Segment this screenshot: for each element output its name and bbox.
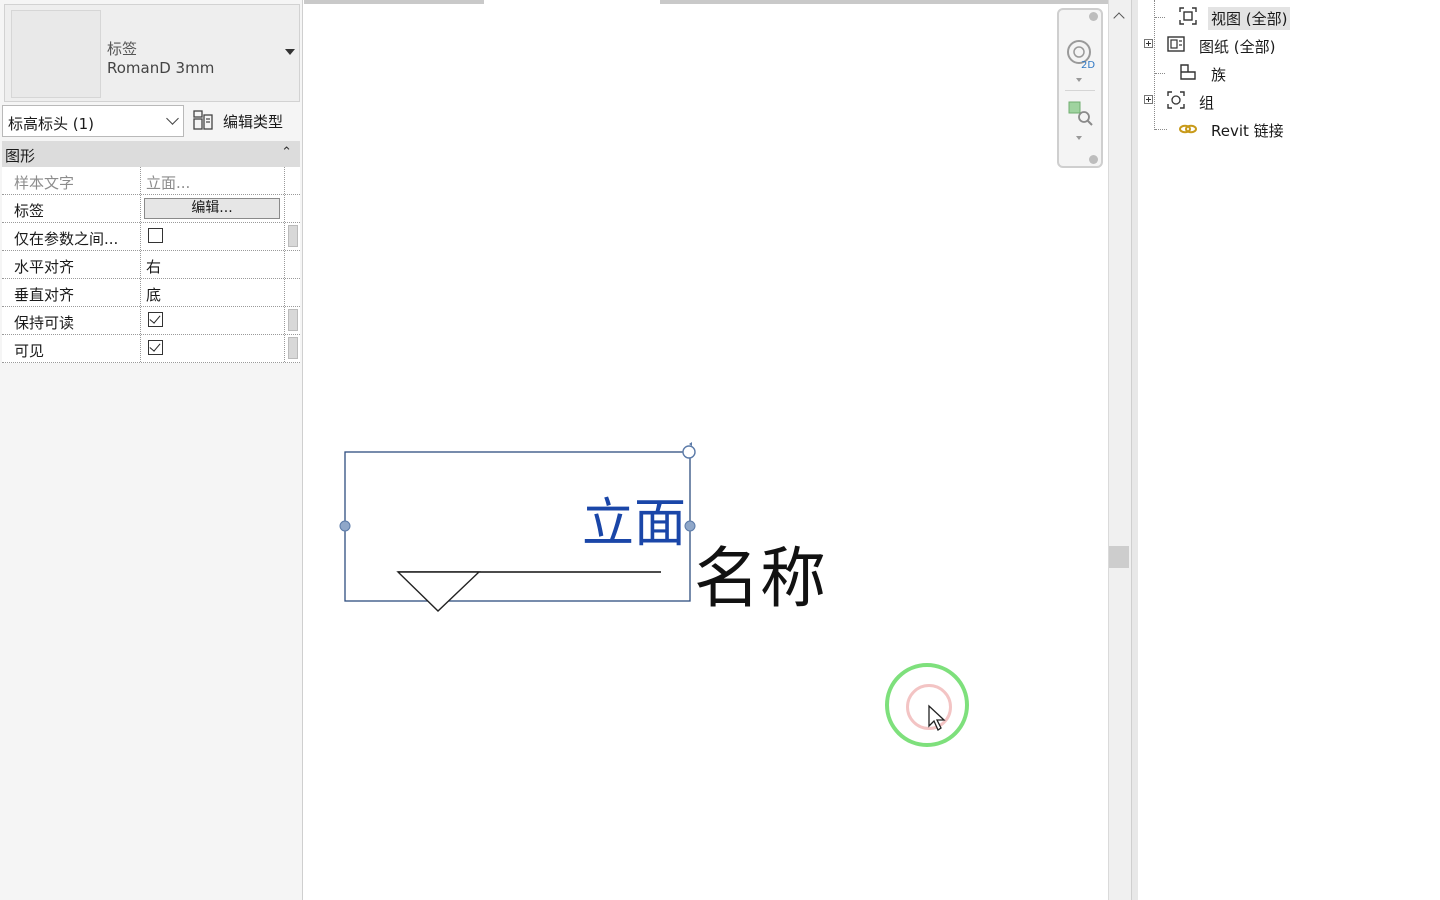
property-row-keep-readable: 保持可读: [2, 307, 300, 335]
property-grid: 样本文字 立面... 标签 编辑... 仅在参数之间... 水平对齐 右 垂直对…: [2, 167, 300, 363]
property-value: 立面...: [146, 174, 191, 192]
sample-label-text[interactable]: 立面: [582, 494, 686, 554]
type-preview-image: [11, 10, 101, 98]
tree-item-label: 组: [1199, 94, 1215, 112]
expand-icon[interactable]: [1144, 95, 1153, 104]
tree-item-families[interactable]: 族: [1150, 61, 1430, 85]
visible-checkbox[interactable]: [148, 340, 163, 355]
rotate-handle-icon[interactable]: [682, 442, 696, 459]
property-name: 样本文字: [2, 167, 141, 194]
category-title: 图形: [5, 147, 36, 165]
category-header-graphics[interactable]: 图形 ⌃: [2, 141, 300, 168]
collapse-icon[interactable]: ⌃: [281, 145, 292, 160]
property-row-visible: 可见: [2, 335, 300, 363]
family-icon: [1180, 64, 1196, 80]
property-row-horizontal-align: 水平对齐 右: [2, 251, 300, 279]
between-params-checkbox[interactable]: [148, 228, 163, 243]
keep-readable-checkbox[interactable]: [148, 312, 163, 327]
sheet-icon: [1167, 36, 1185, 52]
tree-item-label: Revit 链接: [1211, 122, 1284, 140]
label-edit-button[interactable]: 编辑...: [144, 198, 280, 219]
tree-item-views[interactable]: 视图 (全部): [1150, 5, 1430, 30]
property-name: 仅在参数之间...: [2, 223, 141, 250]
type-selector[interactable]: 标签 RomanD 3mm: [4, 4, 300, 102]
edit-type-icon: [193, 110, 213, 130]
property-row-between-params: 仅在参数之间...: [2, 223, 300, 251]
drawing-canvas[interactable]: 2D 立面 名称: [304, 0, 1108, 900]
property-name: 保持可读: [2, 307, 141, 334]
property-name: 可见: [2, 335, 141, 362]
tree-item-sheets[interactable]: 图纸 (全部): [1144, 33, 1424, 57]
tree-item-label: 图纸 (全部): [1199, 38, 1276, 56]
label-family-drawing: [339, 442, 696, 612]
type-selector-dropdown-icon[interactable]: [285, 49, 295, 55]
view-icon: [1179, 7, 1197, 25]
type-name-label: RomanD 3mm: [107, 59, 215, 77]
property-name: 标签: [2, 195, 141, 222]
revit-link-icon: [1179, 124, 1197, 134]
name-text[interactable]: 名称: [694, 540, 826, 618]
tree-item-label: 族: [1211, 66, 1227, 84]
property-row-vertical-align: 垂直对齐 底: [2, 279, 300, 307]
right-drag-handle[interactable]: [684, 520, 696, 532]
scroll-thumb[interactable]: [288, 225, 298, 247]
expand-icon[interactable]: [1144, 39, 1153, 48]
property-name: 垂直对齐: [2, 279, 141, 306]
instance-filter-label: 标高标头 (1): [8, 115, 95, 133]
horizontal-align-value[interactable]: 右: [142, 251, 283, 278]
chevron-down-icon: [166, 112, 179, 125]
tree-item-label: 视图 (全部): [1208, 7, 1291, 30]
instance-filter-dropdown[interactable]: 标高标头 (1): [2, 105, 184, 137]
properties-panel: 标签 RomanD 3mm 标高标头 (1) 编辑类型 图形 ⌃ 样本文字 立面…: [0, 0, 303, 900]
project-browser: 视图 (全部) 图纸 (全部) 族 组 Revit 链接: [1138, 0, 1440, 900]
property-row-label: 标签 编辑...: [2, 195, 300, 223]
scroll-up-icon[interactable]: [1113, 12, 1125, 24]
property-row-sample-text: 样本文字 立面...: [2, 167, 300, 195]
level-head-triangle: [396, 571, 481, 612]
scroll-thumb[interactable]: [1109, 546, 1129, 568]
property-name: 水平对齐: [2, 251, 141, 278]
vertical-align-value[interactable]: 底: [142, 279, 283, 306]
tree-item-revit-links[interactable]: Revit 链接: [1150, 117, 1430, 141]
type-family-label: 标签: [107, 40, 138, 58]
scroll-thumb[interactable]: [288, 309, 298, 331]
scroll-thumb[interactable]: [288, 337, 298, 359]
tree-item-groups[interactable]: 组: [1144, 89, 1424, 113]
edit-type-label: 编辑类型: [223, 113, 284, 131]
left-drag-handle[interactable]: [339, 520, 351, 532]
canvas-vertical-scrollbar[interactable]: [1108, 0, 1131, 900]
group-icon: [1167, 91, 1185, 109]
mouse-cursor-icon: [928, 704, 946, 731]
